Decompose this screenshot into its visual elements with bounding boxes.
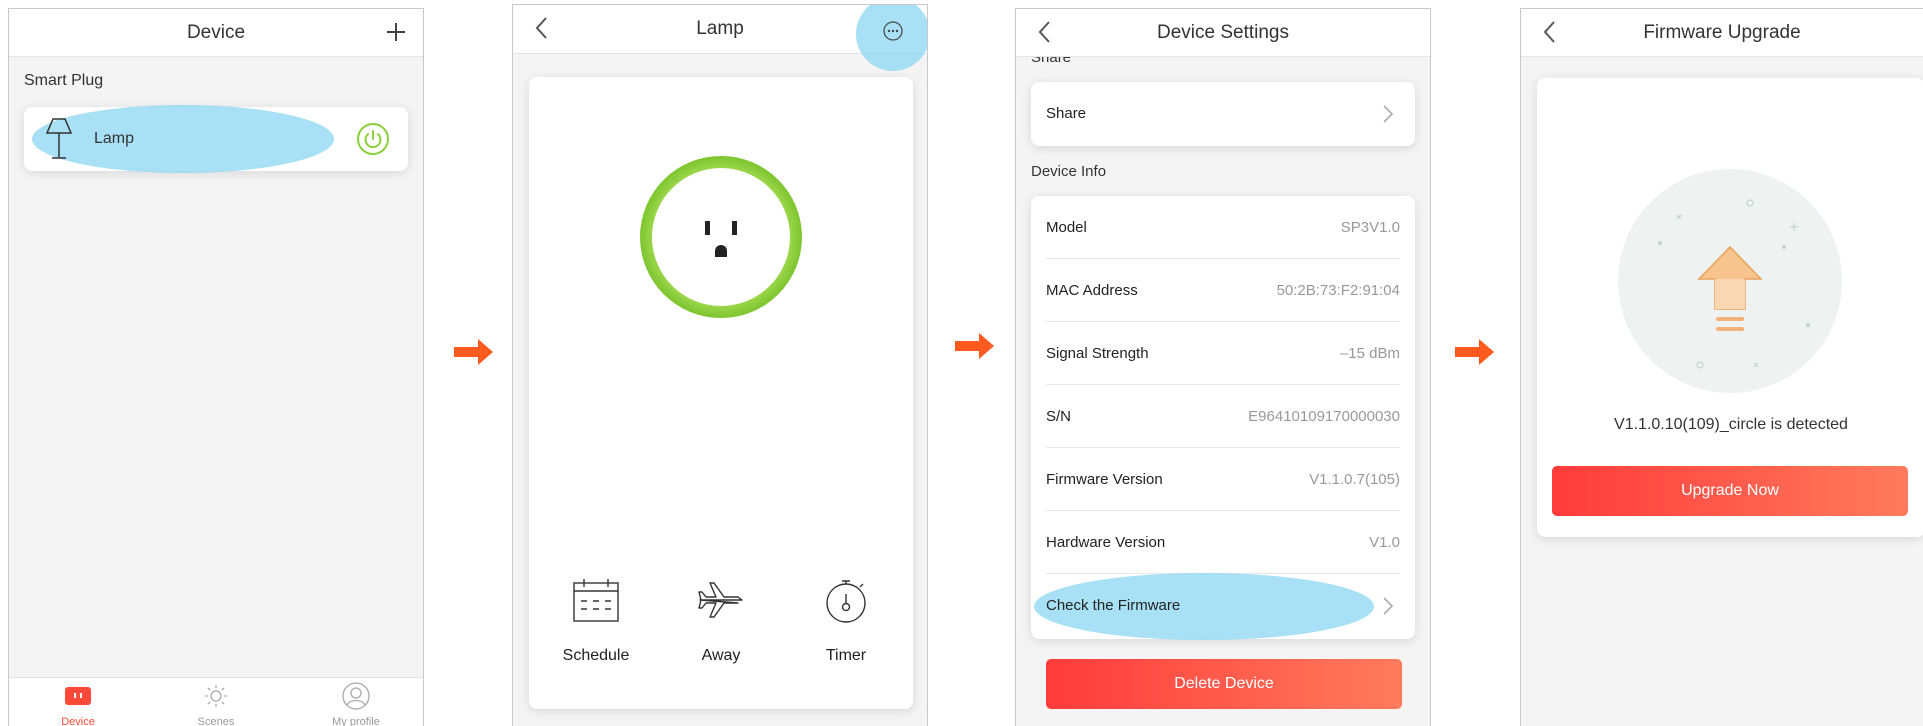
share-card: Share bbox=[1031, 82, 1415, 146]
upgrade-arrow-icon bbox=[1618, 169, 1842, 393]
tab-label: My profile bbox=[332, 716, 380, 726]
check-firmware-row[interactable]: Check the Firmware bbox=[1034, 573, 1400, 640]
topbar: Firmware Upgrade bbox=[1521, 9, 1923, 57]
row-label: Model bbox=[1046, 219, 1087, 236]
info-row-firmware-version: Firmware Version V1.1.0.7(105) bbox=[1046, 448, 1400, 511]
chevron-right-icon bbox=[1383, 105, 1394, 123]
upgrade-now-button[interactable]: Upgrade Now bbox=[1552, 466, 1908, 516]
feature-label: Away bbox=[701, 647, 741, 664]
row-label: Signal Strength bbox=[1046, 345, 1149, 362]
lamp-control-card: Schedule Away Timer bbox=[529, 77, 913, 709]
arrow-right-icon bbox=[1455, 338, 1495, 366]
plug-icon bbox=[64, 686, 92, 708]
feature-label: Timer bbox=[825, 647, 867, 664]
device-info-card: Model SP3V1.0 MAC Address 50:2B:73:F2:91… bbox=[1031, 196, 1415, 640]
lamp-icon bbox=[44, 117, 74, 161]
topbar: Lamp bbox=[513, 5, 927, 71]
tab-label: Scenes bbox=[197, 716, 235, 726]
row-value: –15 dBm bbox=[1339, 345, 1400, 362]
device-name: Lamp bbox=[94, 130, 135, 147]
row-value: V1.1.0.7(105) bbox=[1309, 471, 1400, 488]
info-row-signal-strength: Signal Strength –15 dBm bbox=[1046, 322, 1400, 385]
tap-highlight bbox=[32, 105, 334, 173]
firmware-card: V1.1.0.10(109)_circle is detected Upgrad… bbox=[1537, 78, 1923, 537]
info-row-model: Model SP3V1.0 bbox=[1046, 196, 1400, 259]
screen-device-settings: Device Settings Share Share Device Info … bbox=[1015, 8, 1431, 726]
row-value: E96410109170000030 bbox=[1248, 408, 1400, 425]
section-label: Smart Plug bbox=[24, 72, 104, 89]
plug-socket-icon[interactable] bbox=[639, 155, 803, 319]
tab-my-profile[interactable]: My profile bbox=[311, 678, 401, 726]
row-label: MAC Address bbox=[1046, 282, 1138, 299]
tab-scenes[interactable]: Scenes bbox=[171, 678, 261, 726]
chevron-right-icon bbox=[1383, 597, 1394, 615]
arrow-right-icon bbox=[454, 338, 494, 366]
sun-icon bbox=[204, 684, 228, 708]
row-label: Firmware Version bbox=[1046, 471, 1163, 488]
page-title: Device bbox=[186, 22, 246, 43]
power-icon[interactable] bbox=[356, 122, 390, 156]
topbar: Device bbox=[9, 9, 423, 57]
airplane-icon bbox=[698, 582, 743, 618]
page-title: Device Settings bbox=[1156, 22, 1289, 43]
profile-icon bbox=[342, 682, 370, 710]
row-label: Check the Firmware bbox=[1046, 597, 1181, 614]
calendar-icon bbox=[573, 579, 619, 622]
plus-icon[interactable] bbox=[383, 19, 409, 45]
tab-device[interactable]: Device bbox=[33, 678, 123, 726]
delete-device-button[interactable]: Delete Device bbox=[1046, 659, 1402, 709]
topbar: Device Settings bbox=[1016, 9, 1430, 57]
more-icon[interactable] bbox=[883, 21, 903, 41]
tab-label: Device bbox=[61, 716, 95, 726]
detected-message: V1.1.0.10(109)_circle is detected bbox=[1614, 416, 1848, 433]
row-value: 50:2B:73:F2:91:04 bbox=[1276, 282, 1400, 299]
row-label: Hardware Version bbox=[1046, 534, 1166, 551]
timer-icon bbox=[826, 580, 866, 623]
row-value: SP3V1.0 bbox=[1340, 219, 1400, 236]
feature-label: Schedule bbox=[562, 647, 630, 664]
tab-bar: Device Scenes My profile bbox=[9, 677, 423, 726]
info-row-serial-number: S/N E96410109170000030 bbox=[1046, 385, 1400, 448]
section-label-device-info: Device Info bbox=[1031, 163, 1107, 180]
info-row-mac-address: MAC Address 50:2B:73:F2:91:04 bbox=[1046, 259, 1400, 322]
share-row[interactable]: Share bbox=[1046, 82, 1400, 146]
row-value: V1.0 bbox=[1369, 534, 1400, 551]
row-label: Share bbox=[1046, 105, 1087, 122]
screen-firmware-upgrade: Firmware Upgrade V1.1.0.10(109)_circle i… bbox=[1520, 8, 1923, 726]
device-card-lamp[interactable]: Lamp bbox=[24, 105, 408, 173]
row-label: S/N bbox=[1046, 408, 1072, 425]
screen-device-list: Device Smart Plug Lamp Device Scenes My … bbox=[8, 8, 424, 726]
page-title: Firmware Upgrade bbox=[1643, 22, 1801, 43]
arrow-right-icon bbox=[955, 332, 995, 360]
info-row-hardware-version: Hardware Version V1.0 bbox=[1046, 511, 1400, 574]
screen-lamp: Lamp Schedule Away Timer bbox=[512, 4, 928, 726]
